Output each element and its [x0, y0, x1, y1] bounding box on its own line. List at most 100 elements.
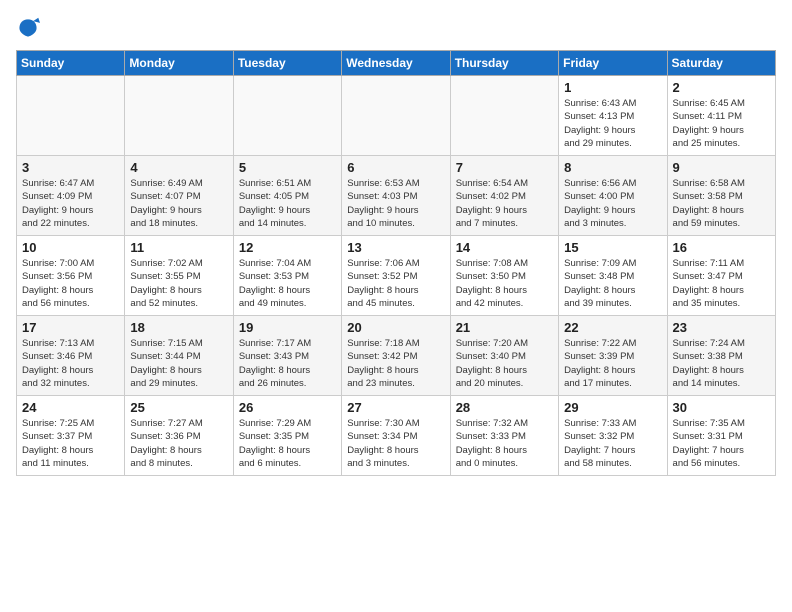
day-detail: Sunrise: 7:13 AM Sunset: 3:46 PM Dayligh…	[22, 337, 119, 390]
calendar-cell: 3 Sunrise: 6:47 AM Sunset: 4:09 PM Daylig…	[17, 156, 125, 236]
calendar-cell: 17 Sunrise: 7:13 AM Sunset: 3:46 PM Dayli…	[17, 316, 125, 396]
calendar-cell: 26Sunrise: 7:29 AM Sunset: 3:35 PM Dayli…	[233, 396, 341, 476]
calendar-cell: 30 Sunrise: 7:35 AM Sunset: 3:31 PM Dayli…	[667, 396, 775, 476]
day-number: 25	[130, 400, 227, 415]
day-number: 2	[673, 80, 770, 95]
day-number: 28	[456, 400, 553, 415]
day-number: 23	[673, 320, 770, 335]
calendar-cell: 11 Sunrise: 7:02 AM Sunset: 3:55 PM Dayli…	[125, 236, 233, 316]
day-number: 9	[673, 160, 770, 175]
day-detail: Sunrise: 6:43 AM Sunset: 4:13 PM Dayligh…	[564, 97, 661, 150]
day-detail: Sunrise: 7:35 AM Sunset: 3:31 PM Dayligh…	[673, 417, 770, 470]
day-number: 16	[673, 240, 770, 255]
calendar-week-row: 24 Sunrise: 7:25 AM Sunset: 3:37 PM Dayli…	[17, 396, 776, 476]
calendar-cell: 1 Sunrise: 6:43 AM Sunset: 4:13 PM Daylig…	[559, 76, 667, 156]
day-detail: Sunrise: 7:00 AM Sunset: 3:56 PM Dayligh…	[22, 257, 119, 310]
day-detail: Sunrise: 7:18 AM Sunset: 3:42 PM Dayligh…	[347, 337, 444, 390]
weekday-header-sunday: Sunday	[17, 51, 125, 76]
day-number: 21	[456, 320, 553, 335]
calendar-cell	[125, 76, 233, 156]
day-number: 4	[130, 160, 227, 175]
calendar-cell: 2 Sunrise: 6:45 AM Sunset: 4:11 PM Daylig…	[667, 76, 775, 156]
calendar-cell: 5 Sunrise: 6:51 AM Sunset: 4:05 PM Daylig…	[233, 156, 341, 236]
day-detail: Sunrise: 7:06 AM Sunset: 3:52 PM Dayligh…	[347, 257, 444, 310]
day-number: 15	[564, 240, 661, 255]
calendar-cell: 20Sunrise: 7:18 AM Sunset: 3:42 PM Dayli…	[342, 316, 450, 396]
day-number: 13	[347, 240, 444, 255]
day-detail: Sunrise: 6:54 AM Sunset: 4:02 PM Dayligh…	[456, 177, 553, 230]
weekday-header-tuesday: Tuesday	[233, 51, 341, 76]
day-number: 17	[22, 320, 119, 335]
logo-icon	[16, 16, 40, 40]
calendar-cell: 24 Sunrise: 7:25 AM Sunset: 3:37 PM Dayli…	[17, 396, 125, 476]
day-detail: Sunrise: 7:33 AM Sunset: 3:32 PM Dayligh…	[564, 417, 661, 470]
calendar-cell: 4Sunrise: 6:49 AM Sunset: 4:07 PM Daylig…	[125, 156, 233, 236]
header	[16, 16, 776, 40]
calendar-cell: 29 Sunrise: 7:33 AM Sunset: 3:32 PM Dayli…	[559, 396, 667, 476]
day-number: 24	[22, 400, 119, 415]
calendar-cell: 8Sunrise: 6:56 AM Sunset: 4:00 PM Daylig…	[559, 156, 667, 236]
weekday-header-friday: Friday	[559, 51, 667, 76]
calendar-cell	[450, 76, 558, 156]
calendar-cell: 13 Sunrise: 7:06 AM Sunset: 3:52 PM Dayli…	[342, 236, 450, 316]
day-detail: Sunrise: 6:56 AM Sunset: 4:00 PM Dayligh…	[564, 177, 661, 230]
calendar-cell: 9 Sunrise: 6:58 AM Sunset: 3:58 PM Daylig…	[667, 156, 775, 236]
calendar-cell: 16 Sunrise: 7:11 AM Sunset: 3:47 PM Dayli…	[667, 236, 775, 316]
day-detail: Sunrise: 7:32 AM Sunset: 3:33 PM Dayligh…	[456, 417, 553, 470]
weekday-header-wednesday: Wednesday	[342, 51, 450, 76]
calendar-cell: 18 Sunrise: 7:15 AM Sunset: 3:44 PM Dayli…	[125, 316, 233, 396]
day-detail: Sunrise: 7:04 AM Sunset: 3:53 PM Dayligh…	[239, 257, 336, 310]
day-detail: Sunrise: 7:25 AM Sunset: 3:37 PM Dayligh…	[22, 417, 119, 470]
weekday-header-thursday: Thursday	[450, 51, 558, 76]
day-number: 1	[564, 80, 661, 95]
day-detail: Sunrise: 7:15 AM Sunset: 3:44 PM Dayligh…	[130, 337, 227, 390]
day-number: 11	[130, 240, 227, 255]
calendar-cell: 10 Sunrise: 7:00 AM Sunset: 3:56 PM Dayli…	[17, 236, 125, 316]
weekday-header-row: SundayMondayTuesdayWednesdayThursdayFrid…	[17, 51, 776, 76]
calendar-cell: 14 Sunrise: 7:08 AM Sunset: 3:50 PM Dayli…	[450, 236, 558, 316]
day-detail: Sunrise: 7:24 AM Sunset: 3:38 PM Dayligh…	[673, 337, 770, 390]
day-detail: Sunrise: 7:11 AM Sunset: 3:47 PM Dayligh…	[673, 257, 770, 310]
calendar-week-row: 10 Sunrise: 7:00 AM Sunset: 3:56 PM Dayli…	[17, 236, 776, 316]
day-detail: Sunrise: 7:27 AM Sunset: 3:36 PM Dayligh…	[130, 417, 227, 470]
day-number: 30	[673, 400, 770, 415]
day-number: 6	[347, 160, 444, 175]
day-detail: Sunrise: 7:20 AM Sunset: 3:40 PM Dayligh…	[456, 337, 553, 390]
calendar-cell	[17, 76, 125, 156]
day-detail: Sunrise: 6:47 AM Sunset: 4:09 PM Dayligh…	[22, 177, 119, 230]
day-detail: Sunrise: 6:51 AM Sunset: 4:05 PM Dayligh…	[239, 177, 336, 230]
day-number: 12	[239, 240, 336, 255]
day-number: 3	[22, 160, 119, 175]
calendar-cell: 15 Sunrise: 7:09 AM Sunset: 3:48 PM Dayli…	[559, 236, 667, 316]
day-detail: Sunrise: 7:09 AM Sunset: 3:48 PM Dayligh…	[564, 257, 661, 310]
day-detail: Sunrise: 6:58 AM Sunset: 3:58 PM Dayligh…	[673, 177, 770, 230]
day-number: 29	[564, 400, 661, 415]
calendar-cell: 23 Sunrise: 7:24 AM Sunset: 3:38 PM Dayli…	[667, 316, 775, 396]
day-number: 7	[456, 160, 553, 175]
day-detail: Sunrise: 6:45 AM Sunset: 4:11 PM Dayligh…	[673, 97, 770, 150]
day-number: 19	[239, 320, 336, 335]
calendar-cell: 19 Sunrise: 7:17 AM Sunset: 3:43 PM Dayli…	[233, 316, 341, 396]
day-number: 22	[564, 320, 661, 335]
calendar-week-row: 17 Sunrise: 7:13 AM Sunset: 3:46 PM Dayli…	[17, 316, 776, 396]
day-number: 18	[130, 320, 227, 335]
calendar-cell: 7 Sunrise: 6:54 AM Sunset: 4:02 PM Daylig…	[450, 156, 558, 236]
day-detail: Sunrise: 7:08 AM Sunset: 3:50 PM Dayligh…	[456, 257, 553, 310]
calendar-cell: 28 Sunrise: 7:32 AM Sunset: 3:33 PM Dayli…	[450, 396, 558, 476]
calendar-cell	[342, 76, 450, 156]
calendar-cell: 6 Sunrise: 6:53 AM Sunset: 4:03 PM Daylig…	[342, 156, 450, 236]
day-detail: Sunrise: 7:02 AM Sunset: 3:55 PM Dayligh…	[130, 257, 227, 310]
calendar-week-row: 3 Sunrise: 6:47 AM Sunset: 4:09 PM Daylig…	[17, 156, 776, 236]
calendar-cell: 25 Sunrise: 7:27 AM Sunset: 3:36 PM Dayli…	[125, 396, 233, 476]
day-number: 14	[456, 240, 553, 255]
day-number: 5	[239, 160, 336, 175]
day-detail: Sunrise: 7:17 AM Sunset: 3:43 PM Dayligh…	[239, 337, 336, 390]
logo	[16, 16, 44, 40]
day-number: 10	[22, 240, 119, 255]
day-detail: Sunrise: 6:53 AM Sunset: 4:03 PM Dayligh…	[347, 177, 444, 230]
day-detail: Sunrise: 7:22 AM Sunset: 3:39 PM Dayligh…	[564, 337, 661, 390]
weekday-header-monday: Monday	[125, 51, 233, 76]
calendar-cell: 12 Sunrise: 7:04 AM Sunset: 3:53 PM Dayli…	[233, 236, 341, 316]
calendar-cell: 21 Sunrise: 7:20 AM Sunset: 3:40 PM Dayli…	[450, 316, 558, 396]
calendar-table: SundayMondayTuesdayWednesdayThursdayFrid…	[16, 50, 776, 476]
